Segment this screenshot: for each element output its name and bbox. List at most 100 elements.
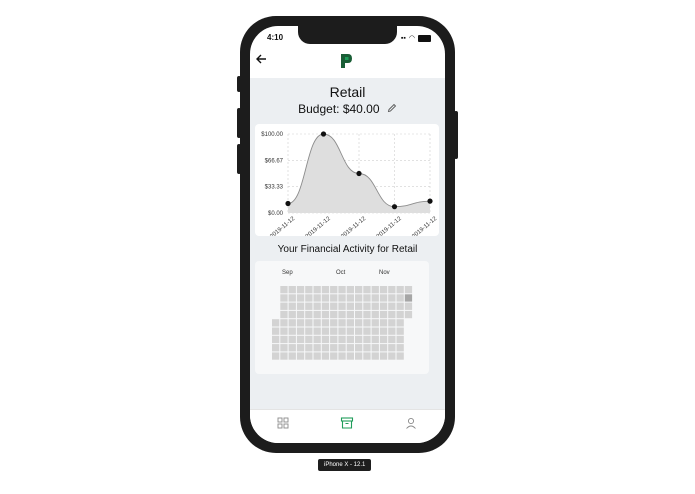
heatmap-cell bbox=[330, 302, 338, 310]
tab-profile[interactable] bbox=[404, 416, 418, 430]
heatmap-cell bbox=[288, 335, 296, 344]
heatmap-cell bbox=[330, 310, 338, 319]
heatmap-cell bbox=[363, 319, 371, 327]
heatmap-cell bbox=[363, 352, 371, 360]
device-label: iPhone X - 12.1 bbox=[318, 459, 372, 471]
heatmap-cell bbox=[355, 302, 363, 310]
heatmap-cell bbox=[396, 286, 404, 294]
heatmap-cell bbox=[371, 327, 379, 335]
heatmap-cell bbox=[296, 344, 305, 352]
heatmap-cell bbox=[396, 319, 404, 327]
heatmap-cell bbox=[388, 286, 396, 294]
heatmap-cell bbox=[296, 286, 305, 294]
pencil-icon bbox=[387, 103, 397, 113]
heatmap-cell bbox=[338, 286, 346, 294]
phone-frame: 4:10 ▪▪ ◠ Retail Budget: $40.00 $100.00 … bbox=[237, 16, 458, 453]
heatmap-cell bbox=[296, 310, 305, 319]
heatmap-cell bbox=[288, 352, 296, 360]
heatmap-cell bbox=[396, 327, 404, 335]
heatmap-cell bbox=[388, 344, 396, 352]
y-tick-label: $0.00 bbox=[268, 211, 284, 217]
data-point bbox=[427, 198, 433, 204]
tab-archive[interactable] bbox=[340, 416, 354, 430]
heatmap-cell bbox=[379, 302, 388, 310]
edit-budget-button[interactable] bbox=[387, 103, 397, 116]
x-tick-label: 2019-11-12 bbox=[376, 216, 404, 236]
heatmap-cell bbox=[305, 335, 313, 344]
chart-svg: $100.00$66.67$33.33$0.002019-11-12 2019-1… bbox=[261, 131, 439, 240]
heatmap-cell bbox=[330, 352, 338, 360]
heatmap-cell bbox=[371, 335, 379, 344]
heatmap-cell bbox=[379, 310, 388, 319]
heatmap-cell bbox=[396, 352, 404, 360]
grid-icon bbox=[277, 417, 289, 429]
heatmap-cell bbox=[371, 352, 379, 360]
heatmap-cell bbox=[288, 302, 296, 310]
heatmap-cell bbox=[305, 302, 313, 310]
heatmap-cell bbox=[363, 335, 371, 344]
heatmap-cell bbox=[313, 294, 321, 302]
volume-down-button bbox=[237, 144, 241, 174]
heatmap-cell bbox=[313, 335, 321, 344]
heatmap-cell bbox=[355, 327, 363, 335]
tab-dashboard[interactable] bbox=[276, 416, 290, 430]
spending-chart: $100.00 $66.67 $33.33 $0.00 2019-11-12 2019-1… bbox=[255, 124, 439, 240]
heatmap-cell bbox=[346, 352, 354, 360]
heatmap-cell bbox=[388, 335, 396, 344]
heatmap-cell bbox=[404, 286, 413, 294]
heatmap-cell bbox=[338, 310, 346, 319]
heatmap-cell bbox=[355, 352, 363, 360]
heatmap-cell bbox=[280, 286, 288, 294]
notch bbox=[298, 26, 397, 44]
heatmap-cell bbox=[338, 344, 346, 352]
heatmap-cell bbox=[272, 335, 280, 344]
heatmap-cell bbox=[355, 319, 363, 327]
heatmap-cell bbox=[396, 335, 404, 344]
heatmap-cell bbox=[388, 319, 396, 327]
heatmap-cell bbox=[363, 294, 371, 302]
heatmap-cell bbox=[330, 319, 338, 327]
heatmap-cell bbox=[379, 327, 388, 335]
heatmap-cell bbox=[363, 344, 371, 352]
heatmap-cell bbox=[355, 294, 363, 302]
heatmap-cell bbox=[313, 319, 321, 327]
activity-title: Your Financial Activity for Retail bbox=[277, 244, 418, 255]
mute-switch bbox=[237, 76, 241, 92]
heatmap-cell bbox=[379, 344, 388, 352]
y-tick-label: $33.33 bbox=[265, 185, 284, 191]
phone-screen: 4:10 ▪▪ ◠ Retail Budget: $40.00 $100.00 … bbox=[250, 26, 445, 443]
heatmap-cell bbox=[371, 319, 379, 327]
heatmap-cell bbox=[313, 344, 321, 352]
heatmap-cell bbox=[280, 335, 288, 344]
heatmap-cell bbox=[280, 302, 288, 310]
heatmap-cell bbox=[388, 352, 396, 360]
heatmap-cell bbox=[305, 310, 313, 319]
x-tick-label: 2019-11-12 bbox=[340, 216, 368, 236]
heatmap-cell bbox=[288, 294, 296, 302]
x-tick-label: 2019-11-12 bbox=[305, 216, 333, 236]
heatmap-cell bbox=[321, 302, 330, 310]
heatmap-cell bbox=[305, 327, 313, 335]
heatmap-cell bbox=[371, 344, 379, 352]
heatmap-cell bbox=[272, 344, 280, 352]
heatmap-cell bbox=[338, 352, 346, 360]
back-button[interactable] bbox=[256, 53, 267, 66]
budget-row: Budget: $40.00 bbox=[250, 102, 445, 116]
power-button bbox=[454, 111, 458, 159]
heatmap-cell bbox=[338, 327, 346, 335]
heatmap-cell bbox=[346, 286, 354, 294]
heatmap-cell bbox=[305, 319, 313, 327]
heatmap-cell bbox=[346, 335, 354, 344]
heatmap-cell bbox=[296, 327, 305, 335]
signal-icon: ▪▪ bbox=[400, 34, 406, 42]
heatmap-cell bbox=[371, 310, 379, 319]
heatmap-cell bbox=[321, 352, 330, 360]
heatmap-cell bbox=[313, 352, 321, 360]
heatmap-cell bbox=[305, 294, 313, 302]
heatmap-cell bbox=[321, 319, 330, 327]
heatmap-grid bbox=[272, 286, 413, 360]
heatmap-cell bbox=[346, 319, 354, 327]
battery-icon bbox=[418, 34, 431, 42]
heatmap-cell bbox=[330, 344, 338, 352]
heatmap-cell bbox=[280, 310, 288, 319]
